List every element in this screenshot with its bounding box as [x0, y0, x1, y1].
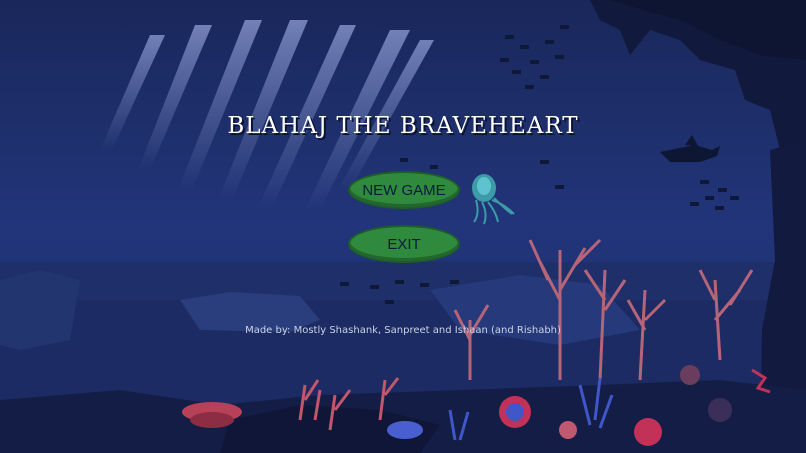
credits-text: Made by: Mostly Shashank, Sanpreet and I… — [245, 325, 561, 336]
game-title: BLAHAJ THE BRAVEHEART — [227, 113, 579, 139]
exit-label: EXIT — [387, 235, 421, 253]
new-game-label: NEW GAME — [362, 181, 446, 199]
title-screen: BLAHAJ THE BRAVEHEART NEW GAME EXIT Made… — [0, 0, 806, 453]
rock-icon — [0, 270, 80, 350]
new-game-button[interactable]: NEW GAME — [348, 171, 460, 209]
exit-button[interactable]: EXIT — [348, 225, 460, 263]
